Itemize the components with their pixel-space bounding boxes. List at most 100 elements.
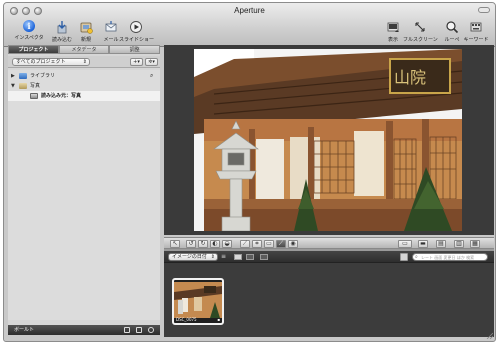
select-tool-button[interactable]: ↖: [170, 240, 180, 248]
spot-patch-button[interactable]: ▭: [264, 240, 274, 248]
viewer-mode-button[interactable]: ▭: [398, 240, 412, 248]
vault-add-icon[interactable]: [136, 327, 142, 333]
sort-select[interactable]: イメージの日付 ⇕: [168, 253, 218, 261]
mail-button[interactable]: メール: [102, 20, 120, 43]
new-label: 新規: [80, 37, 91, 43]
crop-icon: ⌗: [255, 240, 259, 247]
tree-item-photos[interactable]: ▼ 写真: [8, 81, 160, 91]
inspector-button[interactable]: i インスペクタ: [14, 20, 44, 41]
main-photo[interactable]: 山院: [194, 49, 462, 231]
thumbnail-item[interactable]: DSC_0075 ▪: [172, 278, 224, 325]
project-action-button[interactable]: ✲▾: [145, 58, 158, 66]
chevron-down-icon: ⇕: [82, 59, 87, 65]
resize-grip-icon[interactable]: [485, 331, 493, 339]
browser-toolbar: イメージの日付 ⇕ ≡ ⌕ レート 画面 変更日 ほか 検索: [164, 251, 494, 263]
stamp-icon: ◒: [224, 240, 230, 247]
import-button[interactable]: 読み込む: [51, 20, 73, 43]
layout-button-3[interactable]: ▥: [454, 240, 464, 248]
tab-metadata[interactable]: メタデータ: [58, 45, 110, 54]
tab-projects[interactable]: プロジェクト: [8, 45, 59, 54]
grid-view-button[interactable]: [234, 254, 242, 260]
new-button[interactable]: 新規: [77, 20, 95, 43]
view-button[interactable]: 表示: [385, 20, 401, 43]
mail-label: メール: [103, 37, 119, 43]
thumbnail-image: [174, 282, 222, 318]
gear-icon: ✲▾: [148, 59, 155, 65]
keyword-label: キーワード: [463, 37, 489, 43]
layout-button-2[interactable]: ▤: [436, 240, 446, 248]
fullscreen-icon: [413, 20, 427, 34]
layout-split-icon: ▤: [438, 240, 444, 247]
straighten-tool-button[interactable]: ⟋: [240, 240, 250, 248]
layout-grid-icon: ▦: [472, 240, 478, 247]
refresh-icon[interactable]: [124, 327, 130, 333]
plus-icon: +▾: [133, 59, 140, 65]
sidebar-tabs: プロジェクト メタデータ 調整: [8, 45, 161, 54]
red-eye-button[interactable]: ◉: [288, 240, 298, 248]
vault-label: ボールト: [14, 327, 35, 333]
aperture-window: Aperture i インスペクタ 読み込む 新規 メール スライドショー 表示…: [3, 2, 496, 342]
sidebar: プロジェクト メタデータ 調整 すべてのプロジェクト ⇕ +▾ ✲▾ ▶ ライブ…: [8, 45, 161, 335]
search-input[interactable]: ⌕ レート 画面 変更日 ほか 検索: [412, 253, 488, 261]
viewer: 山院: [164, 45, 494, 235]
monitor-icon: ▭: [402, 240, 408, 247]
project-filter-select[interactable]: すべてのプロジェクト ⇕: [12, 58, 90, 66]
view-icon: [386, 20, 400, 34]
title-bar: Aperture i インスペクタ 読み込む 新規 メール スライドショー 表示…: [4, 3, 495, 47]
sort-value: イメージの日付: [172, 254, 207, 260]
fullscreen-button[interactable]: フルスクリーン: [403, 20, 438, 43]
vault-bar: ボールト: [8, 325, 160, 335]
layout-button-4[interactable]: ▦: [470, 240, 480, 248]
brush-tool-button[interactable]: ⟋: [276, 240, 286, 248]
lift-button[interactable]: ◐: [210, 240, 220, 248]
layout-icon: ▬: [420, 240, 426, 247]
crop-tool-button[interactable]: ⌗: [252, 240, 262, 248]
rotate-left-button[interactable]: ↺: [186, 240, 196, 248]
chevron-down-icon: ⇕: [210, 254, 215, 260]
library-icon: [19, 73, 27, 79]
temple-plaque-text: 山院: [394, 68, 426, 87]
loupe-label: ルーペ: [444, 37, 460, 43]
rotate-left-icon: ↺: [188, 240, 194, 247]
import-label: 読み込む: [51, 37, 72, 43]
tree-item-import-photos[interactable]: 読み込み元：写真: [8, 91, 160, 101]
layout-button-1[interactable]: ▬: [418, 240, 428, 248]
patch-icon: ▭: [266, 240, 272, 247]
info-icon: i: [23, 20, 35, 32]
tab-adjustments[interactable]: 調整: [109, 45, 161, 54]
filmstrip-view-button[interactable]: [260, 254, 268, 260]
tree-item-label: ライブラリ: [30, 73, 56, 79]
sort-direction-icon[interactable]: ≡: [221, 253, 226, 260]
window-title: Aperture: [234, 6, 265, 15]
tree-item-label: 写真: [30, 83, 41, 89]
loupe-button[interactable]: ルーペ: [444, 20, 460, 43]
search-icon: ⌕: [415, 254, 418, 260]
filter-button[interactable]: [400, 253, 408, 261]
straighten-icon: ⟋: [242, 240, 248, 247]
tree-item-library[interactable]: ▶ ライブラリ ⌕: [8, 71, 160, 81]
brush-icon: ⟋: [278, 240, 284, 247]
rotate-right-icon: ↻: [200, 240, 206, 247]
gear-icon[interactable]: [148, 327, 154, 333]
disclosure-open-icon: ▼: [11, 83, 15, 89]
tool-strip: ↖ ↺ ↻ ◐ ◒ ⟋ ⌗ ▭ ⟋ ◉ ▭ ▬ ▤ ▥ ▦: [164, 237, 494, 249]
toolbar-toggle-button[interactable]: [478, 7, 490, 13]
search-icon[interactable]: ⌕: [150, 71, 153, 81]
badge-icon: ▪: [217, 317, 220, 322]
stamp-button[interactable]: ◒: [222, 240, 232, 248]
rotate-right-button[interactable]: ↻: [198, 240, 208, 248]
add-project-button[interactable]: +▾: [130, 58, 143, 66]
keyword-button[interactable]: キーワード: [463, 20, 489, 43]
project-filter-bar: すべてのプロジェクト ⇕ +▾ ✲▾: [8, 56, 160, 68]
disclosure-triangle-icon: ▶: [11, 73, 15, 79]
fullscreen-label: フルスクリーン: [403, 37, 438, 43]
import-icon: [55, 20, 69, 34]
slideshow-button[interactable]: スライドショー: [119, 20, 155, 43]
tree-item-label: 読み込み元：写真: [41, 93, 82, 99]
list-view-button[interactable]: [246, 254, 254, 260]
slideshow-label: スライドショー: [119, 37, 155, 43]
view-label: 表示: [387, 37, 398, 43]
arrow-pointer-icon: ↖: [172, 240, 178, 247]
project-icon: [30, 93, 38, 99]
slideshow-icon: [129, 20, 143, 34]
